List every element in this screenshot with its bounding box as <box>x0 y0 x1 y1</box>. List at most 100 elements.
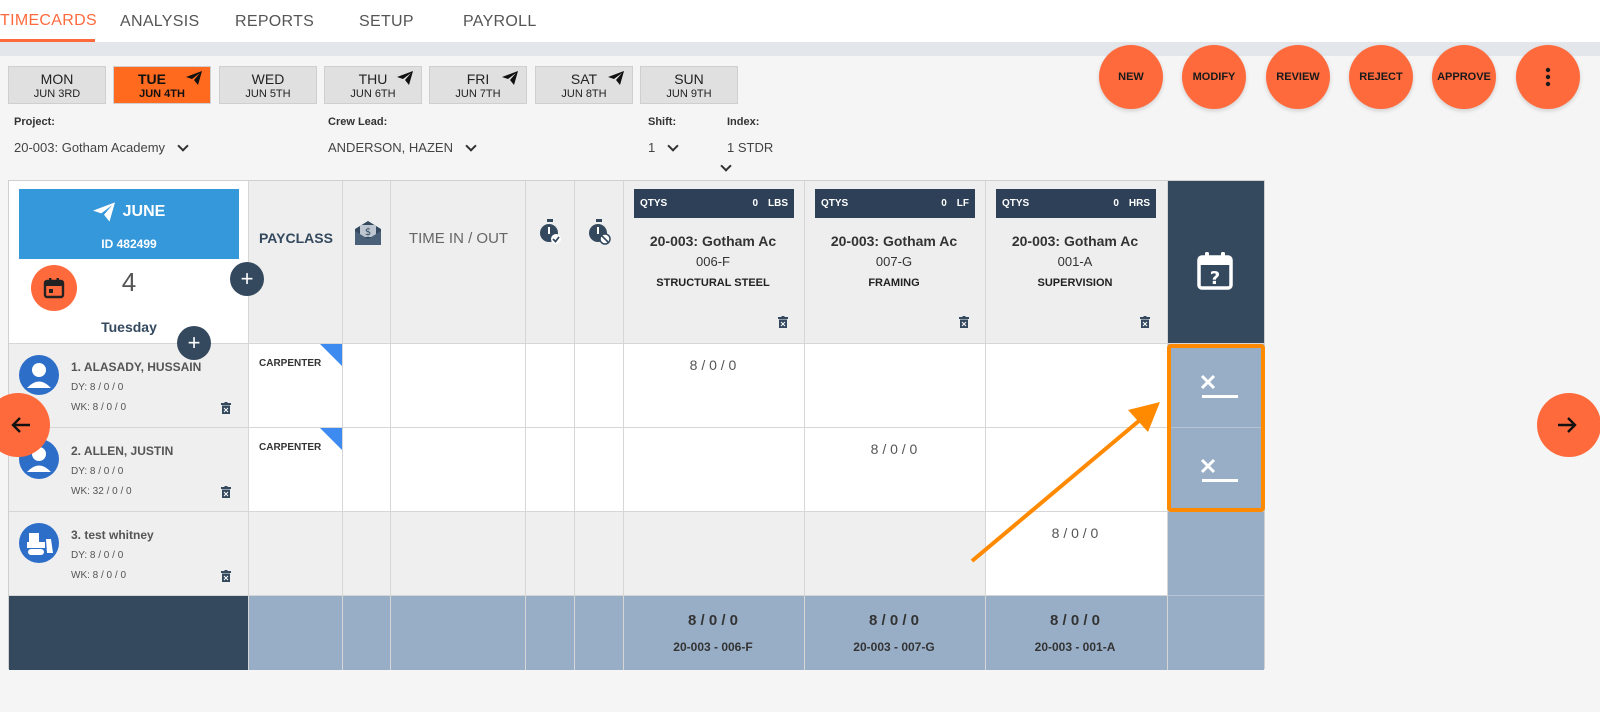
qty-bar[interactable]: QTYS 0 LBS <box>634 189 794 218</box>
time-in-out-cell[interactable] <box>391 344 526 428</box>
top-nav: TIMECARDS ANALYSIS REPORTS SETUP PAYROLL <box>0 0 1600 42</box>
hours-cell[interactable] <box>624 512 805 596</box>
chevron-down-icon <box>177 139 189 152</box>
tab-analysis[interactable]: ANALYSIS <box>120 2 199 42</box>
hours-cell[interactable] <box>986 344 1168 428</box>
stopwatch-check-header <box>526 181 575 344</box>
payclass-value: CARPENTER <box>259 358 322 369</box>
next-day-button[interactable] <box>1537 393 1600 457</box>
worker-name[interactable]: 1. ALASADY, HUSSAIN <box>71 360 201 374</box>
crew-lead-label: Crew Lead: <box>328 116 388 128</box>
payclass-cell[interactable] <box>249 512 343 596</box>
payclass-header-label: PAYCLASS <box>259 230 333 246</box>
new-button[interactable]: NEW <box>1099 45 1163 109</box>
worker-name[interactable]: 2. ALLEN, JUSTIN <box>71 444 173 458</box>
more-menu-button[interactable] <box>1516 45 1580 109</box>
tab-timecards[interactable]: TIMECARDS <box>0 2 97 42</box>
trash-icon[interactable] <box>778 316 788 328</box>
trash-icon[interactable] <box>221 402 231 414</box>
pay-cell[interactable] <box>343 344 391 428</box>
day-name: MON <box>40 71 74 87</box>
payclass-cell[interactable]: CARPENTER <box>249 344 343 428</box>
day-tab-fri[interactable]: FRI JUN 7TH <box>429 66 527 104</box>
day-number: 4 <box>121 267 137 297</box>
footer-summary-cell <box>9 596 249 670</box>
svg-text:?: ? <box>1210 268 1220 289</box>
day-date: JUN 7TH <box>455 88 501 100</box>
day-tab-sun[interactable]: SUN JUN 9TH <box>640 66 738 104</box>
time-in-out-cell[interactable] <box>391 428 526 512</box>
qty-unit: HRS <box>1128 198 1150 209</box>
column-task: STRUCTURAL STEEL <box>656 277 770 289</box>
worker-day-hours: DY: 8 / 0 / 0 <box>71 466 124 477</box>
shift-label: Shift: <box>648 116 677 128</box>
tab-setup[interactable]: SETUP <box>359 2 414 42</box>
stopwatch-cancel-cell[interactable] <box>575 428 624 512</box>
shift-value: 1 <box>648 140 656 155</box>
day-tab-tue[interactable]: TUE JUN 4TH <box>113 66 211 104</box>
add-crew-button[interactable]: + <box>230 262 264 296</box>
hours-cell[interactable] <box>805 344 986 428</box>
month-card[interactable]: JUNE ID 482499 <box>19 189 239 259</box>
qty-value: 0 <box>752 198 758 209</box>
approve-button[interactable]: APPROVE <box>1432 45 1496 109</box>
cost-column-header: QTYS 0 LBS 20-003: Gotham Ac 006-F STRUC… <box>624 181 805 344</box>
day-name: SUN <box>674 71 704 87</box>
stopwatch-check-cell[interactable] <box>526 512 575 596</box>
calendar-question-icon: ? <box>1197 252 1233 290</box>
shift-select[interactable]: 1 <box>648 139 679 155</box>
day-tab-wed[interactable]: WED JUN 5TH <box>219 66 317 104</box>
day-date: JUN 9TH <box>666 88 712 100</box>
pay-cell[interactable] <box>343 512 391 596</box>
stopwatch-check-cell[interactable] <box>526 344 575 428</box>
time-in-out-cell[interactable] <box>391 512 526 596</box>
stopwatch-cancel-cell[interactable] <box>575 344 624 428</box>
stopwatch-cancel-cell[interactable] <box>575 512 624 596</box>
reject-button[interactable]: REJECT <box>1349 45 1413 109</box>
trash-icon[interactable] <box>1140 316 1150 328</box>
hours-cell[interactable] <box>624 428 805 512</box>
add-worker-button[interactable]: + <box>177 326 211 360</box>
footer-cell <box>575 596 624 670</box>
trash-icon[interactable] <box>221 570 231 582</box>
avatar <box>19 523 59 563</box>
dropdown-corner-icon <box>320 344 342 366</box>
vertical-dots-icon <box>1545 67 1551 87</box>
column-project: 20-003: Gotham Ac <box>649 233 777 249</box>
day-tab-sat[interactable]: SAT JUN 8TH <box>535 66 633 104</box>
qty-bar[interactable]: QTYS 0 HRS <box>996 189 1156 218</box>
hours-cell[interactable]: 8 / 0 / 0 <box>805 428 986 512</box>
tab-payroll[interactable]: PAYROLL <box>463 2 537 42</box>
chevron-down-icon[interactable] <box>720 160 732 172</box>
time-in-out-header: TIME IN / OUT <box>391 181 526 344</box>
hours-cell[interactable] <box>805 512 986 596</box>
chevron-down-icon <box>667 139 679 152</box>
paper-plane-icon <box>608 71 624 85</box>
trash-icon[interactable] <box>221 486 231 498</box>
crew-lead-select[interactable]: ANDERSON, HAZEN <box>328 139 477 155</box>
stopwatch-check-cell[interactable] <box>526 428 575 512</box>
qty-bar[interactable]: QTYS 0 LF <box>815 189 975 218</box>
cost-column-header: QTYS 0 HRS 20-003: Gotham Ac 001-A SUPER… <box>986 181 1168 344</box>
hours-cell[interactable] <box>986 428 1168 512</box>
calendar-help-header[interactable]: ? <box>1168 181 1264 344</box>
pay-header: $ <box>343 181 391 344</box>
pay-cell[interactable] <box>343 428 391 512</box>
trash-icon[interactable] <box>959 316 969 328</box>
modify-button[interactable]: MODIFY <box>1182 45 1246 109</box>
project-select[interactable]: 20-003: Gotham Academy <box>14 139 189 155</box>
hours-cell[interactable]: 8 / 0 / 0 <box>986 512 1168 596</box>
payclass-cell[interactable]: CARPENTER <box>249 428 343 512</box>
tab-reports[interactable]: REPORTS <box>235 2 314 42</box>
day-tab-mon[interactable]: MON JUN 3RD <box>8 66 106 104</box>
day-tab-thu[interactable]: THU JUN 6TH <box>324 66 422 104</box>
paper-plane-icon <box>92 202 115 222</box>
hours-cell[interactable]: 8 / 0 / 0 <box>624 344 805 428</box>
timecard-grid: JUNE ID 482499 4 Tuesday PAYCLASS $ TIME… <box>8 180 1265 670</box>
calendar-button[interactable] <box>31 265 77 311</box>
review-button[interactable]: REVIEW <box>1266 45 1330 109</box>
footer-cell <box>391 596 526 670</box>
index-select[interactable]: 1 STDR <box>727 140 773 155</box>
footer-total-cell: 8 / 0 / 0 20-003 - 001-A <box>986 596 1168 670</box>
worker-name[interactable]: 3. test whitney <box>71 528 154 542</box>
